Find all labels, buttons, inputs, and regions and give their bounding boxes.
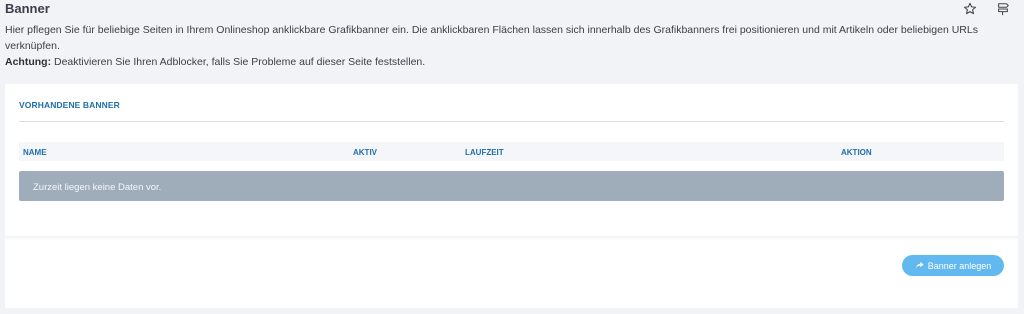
table-header: NAME AKTIV LAUFZEIT AKTION (19, 142, 1004, 161)
footer-divider (5, 236, 1018, 240)
intro-text: Hier pflegen Sie für beliebige Seiten in… (5, 22, 1015, 70)
column-aktiv[interactable]: AKTIV (353, 148, 377, 157)
warning-label: Achtung: (5, 56, 52, 68)
warning-text: Deaktivieren Sie Ihren Adblocker, falls … (51, 56, 426, 68)
description: Hier pflegen Sie für beliebige Seiten in… (5, 24, 978, 52)
warning: Achtung: Deaktivieren Sie Ihren Adblocke… (5, 54, 1015, 70)
star-icon[interactable] (963, 2, 977, 16)
banner-card: VORHANDENE BANNER NAME AKTIV LAUFZEIT AK… (5, 84, 1018, 308)
empty-table-message: Zurzeit liegen keine Daten vor. (19, 171, 1004, 201)
create-banner-label: Banner anlegen (927, 260, 992, 271)
share-arrow-icon (915, 261, 924, 269)
signpost-icon[interactable] (996, 2, 1010, 16)
create-banner-button[interactable]: Banner anlegen (902, 255, 1004, 276)
column-aktion: AKTION (841, 148, 872, 157)
column-laufzeit[interactable]: LAUFZEIT (465, 148, 504, 157)
section-title: VORHANDENE BANNER (19, 100, 120, 110)
page-title: Banner (5, 1, 50, 16)
section-divider (19, 121, 1004, 122)
top-icons (963, 2, 1010, 16)
column-name[interactable]: NAME (23, 148, 47, 157)
